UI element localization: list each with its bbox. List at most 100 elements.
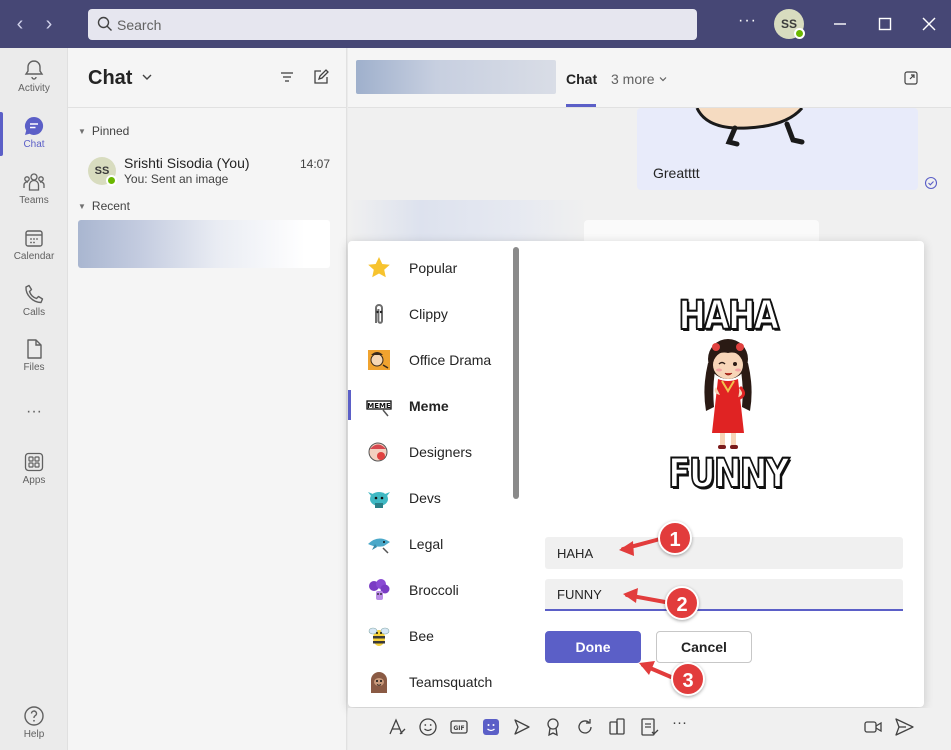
chat-name: Srishti Sisodia (You) [124, 155, 250, 171]
category-scrollbar[interactable] [513, 247, 519, 499]
compose-toolbar: GIF ··· [348, 708, 951, 750]
category-popular[interactable]: Popular [348, 244, 518, 290]
collapse-icon: ▼ [78, 202, 86, 211]
rail-item-calls[interactable]: Calls [0, 276, 68, 328]
cancel-button[interactable]: Cancel [656, 631, 752, 663]
paperclip-icon [375, 304, 383, 324]
meme-bottom-text: FUNNY [667, 450, 790, 498]
more-actions-icon[interactable]: ··· [672, 714, 694, 736]
emoji-icon[interactable] [417, 716, 439, 738]
search-input[interactable] [117, 9, 687, 40]
designers-icon [368, 442, 388, 462]
rail-item-activity[interactable]: Activity [0, 52, 68, 104]
chat-icon [24, 116, 44, 135]
category-meme[interactable]: MEME Meme [348, 382, 518, 428]
rail-item-teams[interactable]: Teams [0, 164, 68, 216]
meme-icon: MEME [366, 400, 392, 417]
rail-label: Chat [23, 139, 45, 150]
praise-icon[interactable] [542, 716, 564, 738]
category-bee[interactable]: Bee [348, 612, 518, 658]
chat-list-header: Chat [68, 48, 347, 108]
category-legal[interactable]: Legal [348, 520, 518, 566]
format-icon[interactable] [386, 716, 408, 738]
pop-out-icon[interactable] [903, 70, 919, 86]
phone-icon [25, 284, 44, 304]
category-label: Devs [409, 490, 441, 506]
more-options-icon[interactable]: ··· [738, 12, 757, 30]
pinned-label: Pinned [91, 124, 130, 138]
stream-icon[interactable] [606, 716, 628, 738]
minimize-icon[interactable] [828, 12, 852, 36]
meme-girl-sticker [704, 339, 752, 449]
chevron-down-icon[interactable] [140, 70, 154, 84]
active-indicator [0, 112, 3, 156]
active-tab-indicator [566, 104, 596, 107]
search-box[interactable] [88, 9, 697, 40]
available-status-icon [106, 175, 117, 186]
sticker-picker: Popular Clippy Office Drama MEME Meme De… [348, 241, 924, 707]
rail-label: Activity [18, 83, 50, 94]
rail-item-help[interactable]: Help [0, 698, 68, 750]
rail-item-apps[interactable]: Apps [0, 444, 68, 496]
chat-list-item[interactable]: SS Srishti Sisodia (You) You: Sent an im… [78, 148, 338, 194]
message-bubble: Greatttt [637, 108, 918, 190]
tab-more[interactable]: 3 more [611, 71, 668, 87]
forward-arrow-icon[interactable]: › [38, 13, 60, 35]
bell-icon [24, 60, 44, 80]
svg-text:MEME: MEME [367, 402, 391, 410]
chat-list-pane: Chat ▼ Pinned SS Srishti Sisodia (You) Yo… [68, 48, 347, 750]
file-icon [27, 339, 42, 359]
category-broccoli[interactable]: Broccoli [348, 566, 518, 612]
selected-indicator [348, 390, 351, 420]
approvals-icon[interactable] [638, 716, 660, 738]
sticker-category-list: Popular Clippy Office Drama MEME Meme De… [348, 241, 524, 707]
category-label: Broccoli [409, 582, 459, 598]
category-teamsquatch[interactable]: Teamsquatch [348, 658, 518, 704]
sticker-icon[interactable] [480, 716, 502, 738]
blurred-contact-name [356, 60, 556, 94]
loop-icon[interactable] [574, 716, 596, 738]
gif-icon[interactable]: GIF [448, 716, 470, 738]
back-arrow-icon[interactable]: ‹ [9, 13, 31, 35]
blurred-chat-item[interactable] [78, 220, 330, 268]
chat-list-title[interactable]: Chat [88, 67, 132, 90]
title-bar: ‹ › ··· SS [0, 0, 951, 48]
meme-top-text-field[interactable] [545, 537, 903, 569]
pinned-section-header[interactable]: ▼ Pinned [78, 124, 129, 138]
tab-chat[interactable]: Chat [566, 71, 597, 87]
bee-icon [368, 627, 390, 646]
category-devs[interactable]: Devs [348, 474, 518, 520]
video-clip-icon[interactable] [862, 716, 884, 738]
app-rail: Activity Chat Teams Calendar Calls Files… [0, 48, 68, 750]
maximize-icon[interactable] [873, 12, 897, 36]
chat-time: 14:07 [299, 157, 330, 171]
schedule-meeting-icon[interactable] [511, 716, 533, 738]
rail-item-calendar[interactable]: Calendar [0, 220, 68, 272]
teams-icon [23, 173, 45, 191]
broccoli-icon [369, 579, 390, 600]
filter-icon[interactable] [279, 69, 295, 85]
legal-icon [368, 538, 390, 554]
done-button[interactable]: Done [545, 631, 641, 663]
send-icon[interactable] [893, 716, 915, 738]
svg-text:GIF: GIF [453, 725, 464, 732]
tab-more-label: 3 more [611, 71, 655, 87]
close-icon[interactable] [917, 12, 941, 36]
new-chat-icon[interactable] [312, 68, 330, 86]
blurred-message [348, 200, 588, 242]
profile-avatar[interactable]: SS [774, 9, 805, 39]
office-drama-icon [368, 350, 390, 370]
recent-section-header[interactable]: ▼ Recent [78, 199, 130, 213]
rail-item-chat[interactable]: Chat [0, 108, 68, 160]
more-apps-icon[interactable]: ··· [0, 398, 68, 426]
category-label: Legal [409, 536, 444, 552]
meme-bottom-text-field[interactable] [545, 579, 903, 611]
devs-icon [368, 492, 390, 508]
sticker-image [695, 108, 805, 147]
chat-preview: You: Sent an image [124, 172, 229, 186]
rail-label: Files [23, 362, 45, 373]
category-designers[interactable]: Designers [348, 428, 518, 474]
rail-item-files[interactable]: Files [0, 331, 68, 383]
category-clippy[interactable]: Clippy [348, 290, 518, 336]
category-office-drama[interactable]: Office Drama [348, 336, 518, 382]
